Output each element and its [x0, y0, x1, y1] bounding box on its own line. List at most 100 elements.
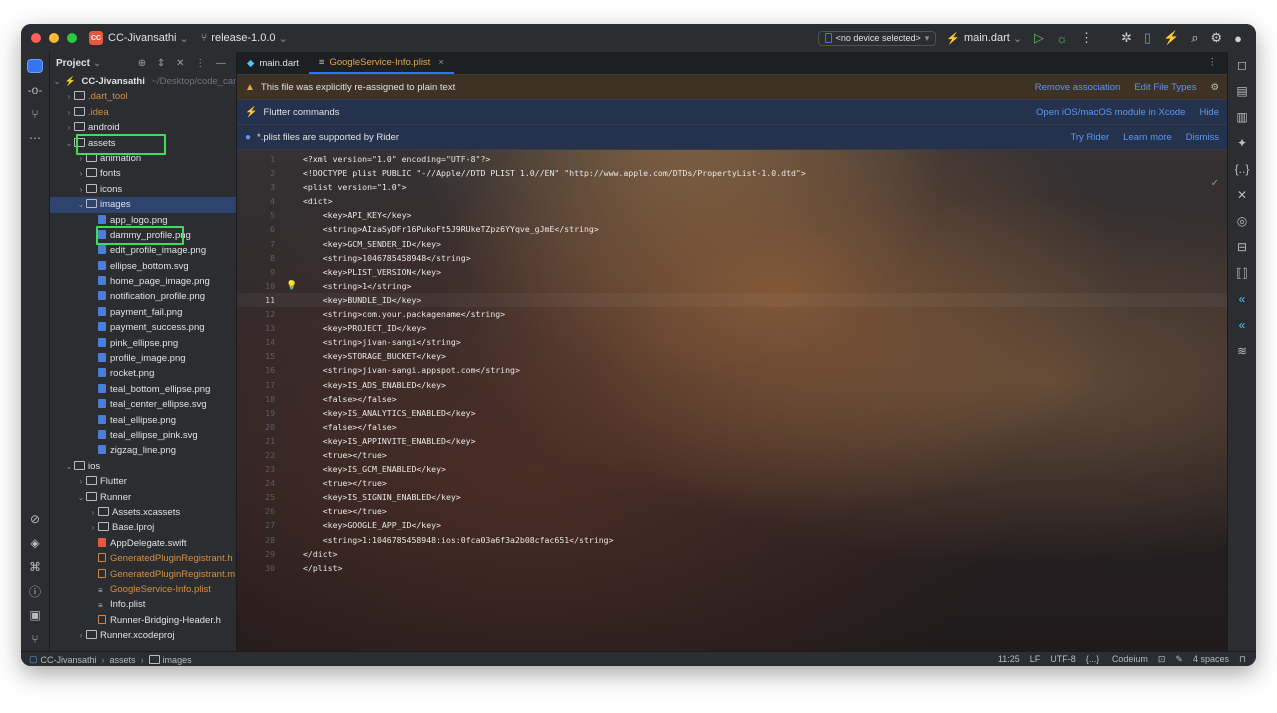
tree-file[interactable]: ellipse_bottom.svg: [50, 259, 236, 274]
debug-icon[interactable]: ☼: [1056, 31, 1068, 46]
database-icon[interactable]: ▤: [1228, 78, 1256, 104]
learn-more-link[interactable]: Learn more: [1123, 132, 1172, 143]
flutter-performance-icon[interactable]: ⊘: [21, 507, 49, 531]
breadcrumb-assets[interactable]: assets: [110, 655, 136, 665]
notifications-icon[interactable]: ◻: [1228, 52, 1256, 78]
code-line[interactable]: 8 <string>1046785458948</string>: [237, 251, 1227, 265]
branches-icon[interactable]: ⑂: [21, 102, 49, 126]
tree-file[interactable]: teal_center_ellipse.svg: [50, 397, 236, 412]
code-editor[interactable]: 1 <?xml version="1.0" encoding="UTF-8"?> 2…: [237, 150, 1227, 575]
tools-icon[interactable]: ✕: [1228, 182, 1256, 208]
power-save-icon[interactable]: ✎: [1175, 654, 1183, 665]
code-line[interactable]: 10 💡 <string>1</string>: [237, 279, 1227, 293]
panel-controls-icon[interactable]: ⊕ ⇕ ✕ ⋮ —: [138, 58, 230, 69]
read-only-icon[interactable]: ⊡: [1158, 654, 1166, 665]
indent-setting[interactable]: 4 spaces: [1193, 654, 1229, 665]
remove-association-link[interactable]: Remove association: [1035, 82, 1121, 93]
code-line[interactable]: 15 <key>STORAGE_BUCKET</key>: [237, 349, 1227, 363]
device-manager-icon[interactable]: ▥: [1228, 104, 1256, 130]
tree-folder[interactable]: › fonts: [50, 166, 236, 181]
code-line[interactable]: 22 <true></true>: [237, 448, 1227, 462]
search-icon[interactable]: ⌕: [1191, 30, 1198, 46]
chevron-down-icon[interactable]: ⌄: [76, 197, 86, 212]
project-tool-icon[interactable]: [21, 54, 49, 78]
tree-folder[interactable]: › .dart_tool: [50, 89, 236, 104]
commit-icon[interactable]: -o-: [21, 78, 49, 102]
tree-folder[interactable]: › .idea: [50, 105, 236, 120]
chevron-down-icon[interactable]: ⌄: [64, 136, 74, 151]
code-line[interactable]: 23 <key>IS_GCM_ENABLED</key>: [237, 462, 1227, 476]
hot-reload-icon[interactable]: ⚡: [1163, 30, 1179, 46]
tree-file[interactable]: ≡ GoogleService-Info.plist: [50, 582, 236, 597]
terminal-icon[interactable]: ▣: [21, 603, 49, 627]
tree-file[interactable]: Runner-Bridging-Header.h: [50, 613, 236, 628]
inspector-icon[interactable]: ⌘: [21, 555, 49, 579]
snippets-icon[interactable]: ⟦⟧: [1228, 260, 1256, 286]
code-line[interactable]: 17 <key>IS_ADS_ENABLED</key>: [237, 378, 1227, 392]
edit-file-types-link[interactable]: Edit File Types: [1134, 82, 1196, 93]
gear-icon[interactable]: ⚙: [1210, 30, 1222, 46]
maximize-window-button[interactable]: [67, 33, 77, 43]
code-line[interactable]: 12 <string>com.your.packagename</string>: [237, 307, 1227, 321]
tree-folder[interactable]: ⌄ Runner: [50, 490, 236, 505]
tree-file[interactable]: notification_profile.png: [50, 289, 236, 304]
codeium-status[interactable]: {...} Codeium: [1086, 654, 1148, 665]
tree-file[interactable]: teal_ellipse_pink.svg: [50, 428, 236, 443]
tree-file[interactable]: payment_success.png: [50, 320, 236, 335]
version-control-icon[interactable]: ⑂: [21, 627, 49, 651]
layout-inspector-icon[interactable]: ◎: [1228, 208, 1256, 234]
lock-icon[interactable]: ⊓: [1239, 654, 1246, 665]
problems-icon[interactable]: ⓘ: [21, 579, 49, 603]
code-line[interactable]: 1 <?xml version="1.0" encoding="UTF-8"?>: [237, 152, 1227, 166]
caret-position[interactable]: 11:25: [998, 654, 1020, 665]
chevron-right-icon[interactable]: ›: [64, 120, 74, 135]
chevron-down-icon[interactable]: ⌄: [52, 74, 62, 89]
tree-file[interactable]: edit_profile_image.png: [50, 243, 236, 258]
chevron-right-icon[interactable]: ›: [88, 520, 98, 535]
chevron-down-icon[interactable]: ⌄: [93, 58, 101, 69]
code-line[interactable]: 21 <key>IS_APPINVITE_ENABLED</key>: [237, 434, 1227, 448]
try-rider-link[interactable]: Try Rider: [1070, 132, 1109, 143]
chevron-right-icon[interactable]: ›: [64, 89, 74, 104]
devtools-icon[interactable]: ◈: [21, 531, 49, 555]
code-line[interactable]: 7 <key>GCM_SENDER_ID</key>: [237, 237, 1227, 251]
tree-folder[interactable]: › Assets.xcassets: [50, 505, 236, 520]
code-line[interactable]: 5 <key>API_KEY</key>: [237, 208, 1227, 222]
flutter-outline-icon[interactable]: «: [1228, 312, 1256, 338]
breadcrumb-images[interactable]: images: [163, 655, 192, 665]
tree-folder[interactable]: ⌄ ios: [50, 459, 236, 474]
tree-file[interactable]: home_page_image.png: [50, 274, 236, 289]
tree-file[interactable]: profile_image.png: [50, 351, 236, 366]
tree-file[interactable]: GeneratedPluginRegistrant.m: [50, 567, 236, 582]
more-tools-icon[interactable]: ⋯: [21, 126, 49, 150]
breadcrumb-project[interactable]: CC-Jivansathi: [41, 655, 97, 665]
tree-file[interactable]: rocket.png: [50, 366, 236, 381]
line-separator[interactable]: LF: [1030, 654, 1041, 665]
tree-file[interactable]: payment_fail.png: [50, 305, 236, 320]
run-icon[interactable]: ▷: [1034, 30, 1044, 46]
code-line[interactable]: 20 <false></false>: [237, 420, 1227, 434]
chevron-right-icon[interactable]: ›: [76, 628, 86, 643]
code-line[interactable]: 30 </plist>: [237, 561, 1227, 575]
tree-file[interactable]: teal_ellipse.png: [50, 413, 236, 428]
tree-file[interactable]: GeneratedPluginRegistrant.h: [50, 551, 236, 566]
tree-file[interactable]: ≡ Info.plist: [50, 597, 236, 612]
code-line[interactable]: 27 <key>GOOGLE_APP_ID</key>: [237, 518, 1227, 532]
outline-icon[interactable]: ⊟: [1228, 234, 1256, 260]
run-config-selector[interactable]: ⚡ main.dart ⌄: [946, 32, 1022, 45]
flutter-inspector-icon[interactable]: «: [1228, 286, 1256, 312]
tree-file[interactable]: pink_ellipse.png: [50, 336, 236, 351]
tree-folder[interactable]: › Base.lproj: [50, 520, 236, 535]
code-line[interactable]: 14 <string>jivan-sangi</string>: [237, 335, 1227, 349]
code-line[interactable]: 11 <key>BUNDLE_ID</key>: [237, 292, 1227, 308]
bug-icon[interactable]: ✲: [1121, 30, 1132, 46]
open-xcode-link[interactable]: Open iOS/macOS module in Xcode: [1036, 107, 1185, 118]
code-line[interactable]: 25 <key>IS_SIGNIN_ENABLED</key>: [237, 490, 1227, 504]
code-line[interactable]: 29 </dict>: [237, 547, 1227, 561]
wifi-icon[interactable]: ≋: [1228, 338, 1256, 364]
chevron-down-icon[interactable]: ⌄: [64, 459, 74, 474]
code-line[interactable]: 18 <false></false>: [237, 392, 1227, 406]
tree-file[interactable]: zigzag_line.png: [50, 443, 236, 458]
gear-icon[interactable]: ⚙: [1210, 82, 1219, 93]
chevron-right-icon[interactable]: ›: [76, 166, 86, 181]
